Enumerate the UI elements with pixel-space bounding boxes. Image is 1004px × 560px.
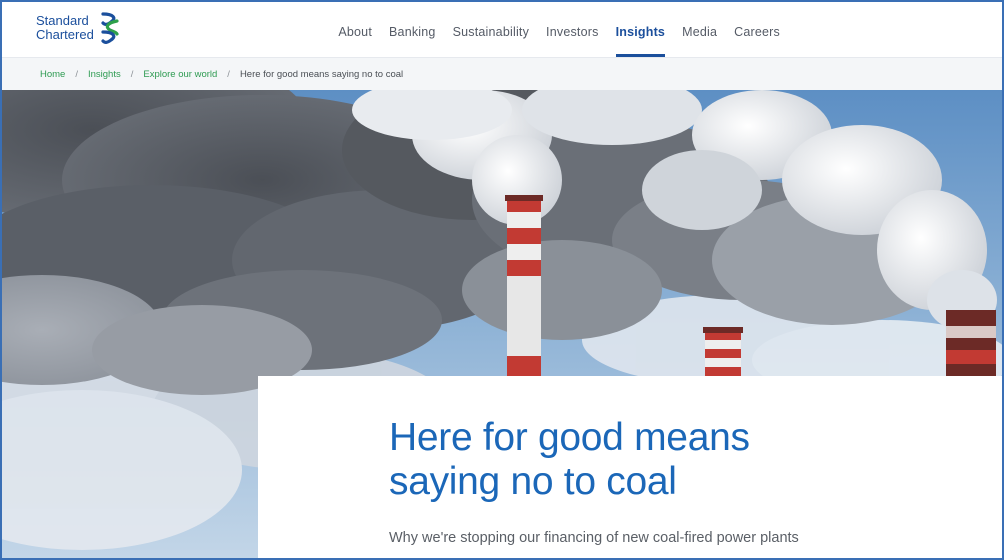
brand-line2: Chartered xyxy=(36,27,94,42)
article-header-card: Here for good means saying no to coal Wh… xyxy=(258,376,1002,558)
smokestack-tall xyxy=(505,195,543,378)
breadcrumb-insights[interactable]: Insights xyxy=(88,69,121,80)
breadcrumb-explore-our-world[interactable]: Explore our world xyxy=(143,69,217,80)
brand-logo[interactable]: Standard Chartered xyxy=(36,12,121,44)
breadcrumb-home[interactable]: Home xyxy=(40,69,65,80)
main-nav: About Banking Sustainability Investors I… xyxy=(321,2,780,58)
nav-item-investors[interactable]: Investors xyxy=(546,2,599,58)
breadcrumb-current: Here for good means saying no to coal xyxy=(239,68,404,80)
nav-item-sustainability[interactable]: Sustainability xyxy=(453,2,529,58)
smokestack-right xyxy=(946,310,996,380)
standard-chartered-logo-icon xyxy=(101,12,119,44)
brand-wordmark: Standard Chartered xyxy=(36,14,94,42)
breadcrumb-separator: / xyxy=(75,68,78,80)
page-title: Here for good means saying no to coal xyxy=(389,416,949,504)
breadcrumb-separator: / xyxy=(227,68,230,80)
breadcrumb: Home / Insights / Explore our world / He… xyxy=(2,58,1002,90)
smokestack-short xyxy=(703,327,743,380)
page-title-line2: saying no to coal xyxy=(389,460,677,503)
breadcrumb-separator: / xyxy=(130,68,134,80)
nav-item-media[interactable]: Media xyxy=(682,2,717,58)
page-subtitle: Why we're stopping our financing of new … xyxy=(389,530,799,546)
nav-item-banking[interactable]: Banking xyxy=(389,2,436,58)
site-header: Standard Chartered About Banking Sustain… xyxy=(2,2,1002,58)
nav-item-insights[interactable]: Insights xyxy=(615,2,666,58)
brand-line1: Standard xyxy=(36,13,89,28)
page-title-line1: Here for good means xyxy=(389,416,750,459)
browser-frame: Standard Chartered About Banking Sustain… xyxy=(0,0,1004,560)
nav-item-careers[interactable]: Careers xyxy=(734,2,780,58)
nav-item-about[interactable]: About xyxy=(338,2,372,58)
